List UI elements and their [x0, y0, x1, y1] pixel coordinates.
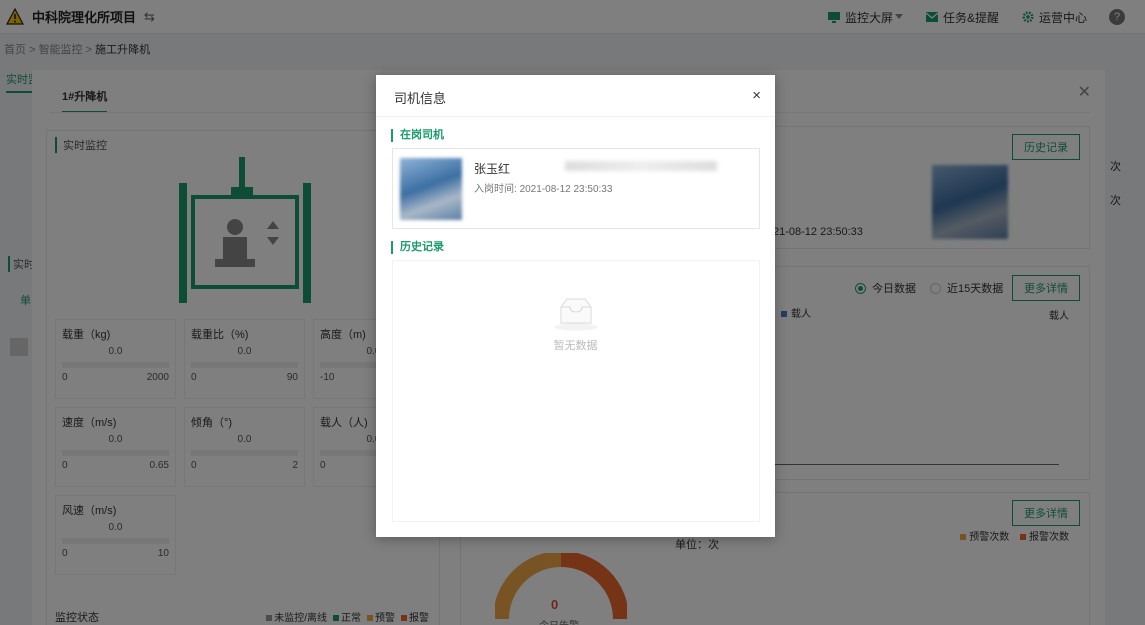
empty-text: 暂无数据 — [553, 340, 598, 352]
on-duty-driver-card: 张玉红 入岗时间: 2021-08-12 23:50:33 — [392, 148, 760, 229]
driver-time-value: 2021-08-12 23:50:33 — [519, 184, 613, 195]
driver-time: 入岗时间: 2021-08-12 23:50:33 — [474, 180, 612, 195]
modal-header: 司机信息 × — [376, 75, 775, 117]
close-icon[interactable]: × — [752, 87, 761, 104]
on-duty-title: 在岗司机 — [391, 129, 444, 142]
history-title: 历史记录 — [391, 241, 444, 254]
empty-inbox-icon — [554, 298, 598, 331]
driver-info-modal: 司机信息 × 在岗司机 张玉红 入岗时间: 2021-08-12 23:50:3… — [376, 75, 775, 537]
driver-photo — [400, 158, 462, 220]
driver-time-label: 入岗时间: — [474, 184, 517, 195]
modal-title: 司机信息 — [394, 91, 447, 106]
redacted-info — [565, 161, 717, 171]
driver-name: 张玉红 — [474, 162, 511, 176]
